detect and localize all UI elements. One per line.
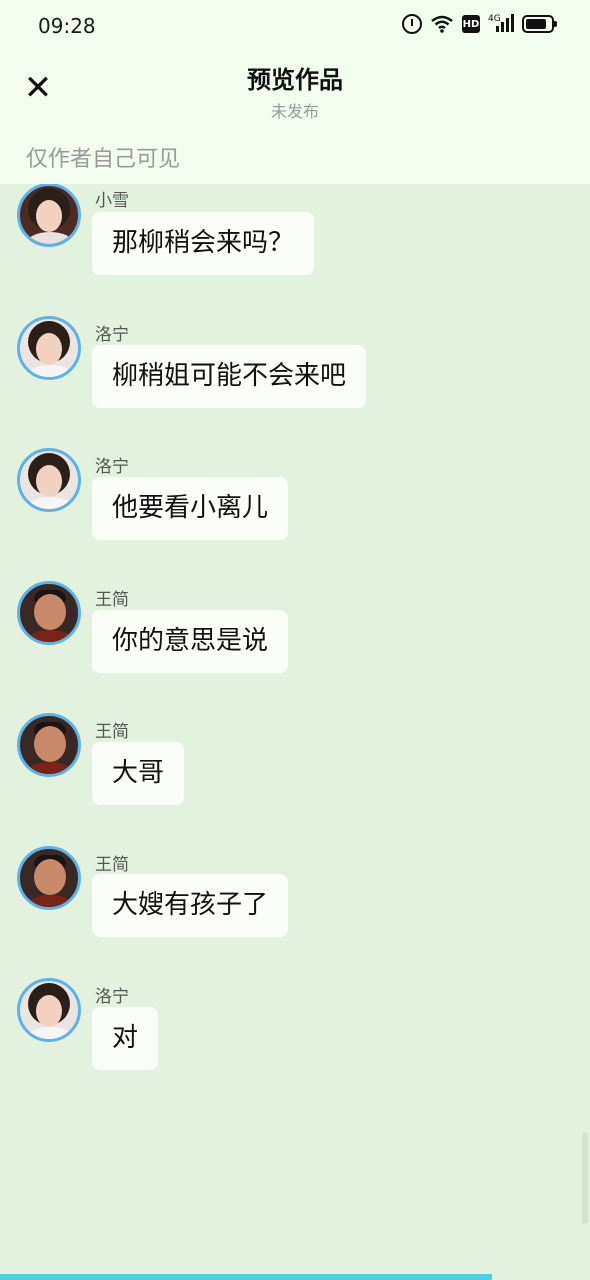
sender-name: 王简	[95, 590, 129, 610]
chat-message: 王简 大哥	[0, 711, 590, 831]
avatar-wangjian[interactable]	[17, 581, 81, 645]
page-subtitle: 未发布	[270, 102, 319, 121]
chat-message: 洛宁 对	[0, 976, 590, 1096]
visibility-note: 仅作者自己可见	[26, 147, 181, 172]
message-bubble[interactable]: 你的意思是说	[92, 610, 289, 673]
wifi-icon	[430, 14, 454, 34]
chat-message: 王简 大嫂有孩子了	[0, 844, 590, 964]
chat-list[interactable]: 小雪 那柳稍会来吗？ 洛宁 柳稍姐可能不会来吧 洛宁 他要看小离儿 王简 你的意…	[0, 184, 590, 1270]
message-bubble[interactable]: 他要看小离儿	[92, 477, 289, 540]
sender-name: 洛宁	[95, 987, 129, 1007]
chat-message: 洛宁 柳稍姐可能不会来吧	[0, 314, 590, 434]
signal-4g-icon: 4G	[488, 14, 514, 34]
hd-icon: HD	[462, 15, 480, 33]
avatar-luoning[interactable]	[17, 316, 81, 380]
battery-icon	[522, 15, 557, 33]
chat-message: 王简 你的意思是说	[0, 579, 590, 699]
chat-message: 小雪 那柳稍会来吗？	[0, 184, 590, 302]
progress-bar	[0, 1274, 492, 1280]
sender-name: 洛宁	[95, 457, 129, 477]
sender-name: 王简	[95, 722, 129, 742]
message-bubble[interactable]: 大嫂有孩子了	[92, 874, 289, 937]
scrollbar[interactable]	[582, 1132, 588, 1224]
avatar-wangjian[interactable]	[17, 713, 81, 777]
avatar-xiaoxue[interactable]	[17, 184, 81, 247]
sender-name: 洛宁	[95, 325, 129, 345]
status-time: 09:28	[38, 14, 96, 38]
chat-message: 洛宁 他要看小离儿	[0, 446, 590, 566]
message-bubble[interactable]: 那柳稍会来吗？	[92, 212, 315, 275]
header-area: 09:28 HD 4G ✕ 预览作品 未发布 仅作者自己可见	[0, 0, 590, 184]
avatar-wangjian[interactable]	[17, 846, 81, 910]
message-bubble[interactable]: 大哥	[92, 742, 185, 805]
sender-name: 王简	[95, 855, 129, 875]
page-title: 预览作品	[247, 66, 343, 94]
avatar-luoning[interactable]	[17, 978, 81, 1042]
message-bubble[interactable]: 对	[92, 1007, 159, 1070]
avatar-luoning[interactable]	[17, 448, 81, 512]
sender-name: 小雪	[95, 191, 129, 211]
alarm-icon	[402, 14, 422, 34]
message-bubble[interactable]: 柳稍姐可能不会来吧	[92, 345, 367, 408]
status-icons: HD 4G	[402, 14, 557, 34]
status-bar: 09:28 HD 4G	[0, 0, 590, 52]
